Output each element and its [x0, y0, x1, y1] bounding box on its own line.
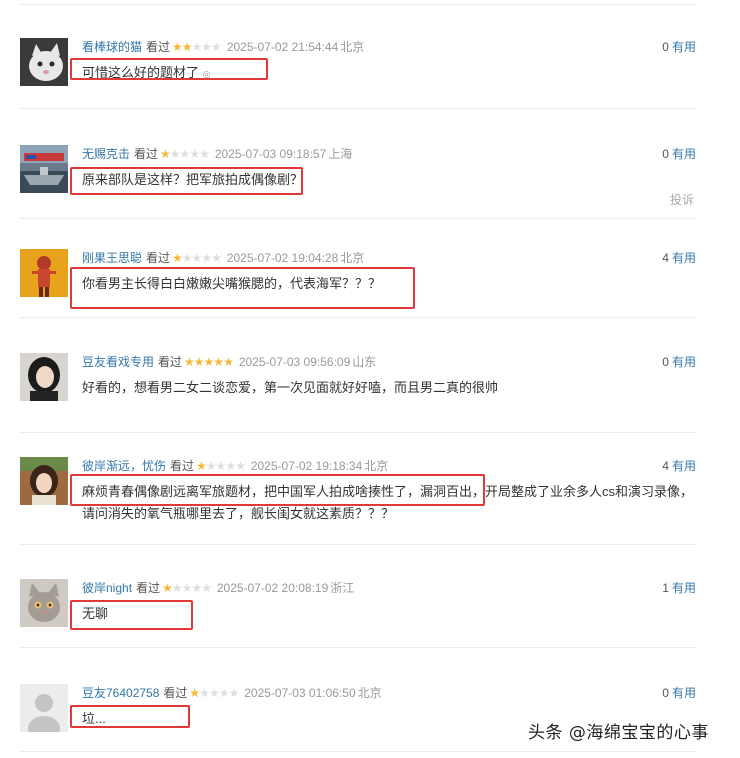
- useful-button[interactable]: 有用: [672, 147, 696, 161]
- highlight-box: [70, 705, 190, 728]
- watched-label: 看过: [158, 355, 183, 369]
- useful-vote[interactable]: 1 有用: [662, 579, 696, 597]
- useful-count: 4: [662, 251, 669, 265]
- highlight-box: [70, 474, 485, 506]
- location: 北京: [357, 686, 382, 700]
- location: 山东: [352, 355, 377, 369]
- divider: [20, 751, 696, 752]
- review-content: 好看的，想看男二女二谈恋爱，第一次见面就好好嗑，而且男二真的很帅: [82, 380, 499, 395]
- divider: [20, 4, 696, 5]
- useful-button[interactable]: 有用: [672, 459, 696, 473]
- timestamp: 2025-07-02 19:18:34: [250, 459, 363, 473]
- location: 北京: [340, 251, 365, 265]
- username-link[interactable]: 豆友看戏专用: [82, 355, 154, 369]
- username-link[interactable]: 刚果王思聪: [82, 251, 142, 265]
- username-link[interactable]: 彼岸渐远，忧伤: [82, 459, 166, 473]
- review-meta: 豆友看戏专用 看过 ★★★★★ 2025-07-03 09:56:09 山东: [82, 353, 376, 371]
- useful-vote[interactable]: 0 有用: [662, 38, 696, 56]
- username-link[interactable]: 无赐克击: [82, 147, 130, 161]
- timestamp: 2025-07-03 01:06:50: [244, 686, 356, 700]
- highlight-box: [70, 600, 193, 630]
- review-meta: 无赐克击 看过 ★★★★★ 2025-07-03 09:18:57 上海: [82, 145, 352, 163]
- location: 北京: [340, 40, 365, 54]
- watched-label: 看过: [146, 251, 171, 265]
- timestamp: 2025-07-02 21:54:44: [226, 40, 339, 54]
- useful-vote[interactable]: 0 有用: [662, 684, 696, 702]
- watched-label: 看过: [134, 147, 159, 161]
- watched-label: 看过: [170, 459, 195, 473]
- star-rating: ★★★★★: [172, 251, 222, 265]
- star-rating: ★★★★★: [184, 355, 234, 369]
- review-meta: 豆友76402758 看过 ★★★★★ 2025-07-03 01:06:50 北京: [82, 684, 382, 702]
- location: 上海: [328, 147, 353, 161]
- useful-button[interactable]: 有用: [672, 355, 696, 369]
- divider: [20, 432, 696, 433]
- highlight-box: [70, 167, 303, 195]
- highlight-box: [70, 267, 415, 309]
- useful-button[interactable]: 有用: [672, 40, 696, 54]
- girl-avatar-icon[interactable]: [20, 457, 68, 505]
- divider: [20, 647, 696, 648]
- useful-count: 4: [662, 459, 669, 473]
- star-rating: ★★★★★: [162, 581, 212, 595]
- username-link[interactable]: 看棒球的猫: [82, 40, 142, 54]
- default-person-avatar-icon[interactable]: [20, 684, 68, 732]
- useful-button[interactable]: 有用: [672, 581, 696, 595]
- location: 浙江: [330, 581, 355, 595]
- useful-button[interactable]: 有用: [672, 686, 696, 700]
- review-meta: 刚果王思聪 看过 ★★★★★ 2025-07-02 19:04:28 北京: [82, 249, 364, 267]
- cat-photo-avatar-icon[interactable]: [20, 579, 68, 627]
- username-link[interactable]: 豆友76402758: [82, 686, 159, 700]
- review-meta: 看棒球的猫 看过 ★★★★★ 2025-07-02 21:54:44 北京: [82, 38, 364, 56]
- useful-vote[interactable]: 4 有用: [662, 249, 696, 267]
- username-link[interactable]: 彼岸night: [82, 581, 132, 595]
- divider: [20, 544, 696, 545]
- star-rating: ★★★★★: [196, 459, 246, 473]
- useful-vote[interactable]: 0 有用: [662, 353, 696, 371]
- review-meta: 彼岸渐远，忧伤 看过 ★★★★★ 2025-07-02 19:18:34 北京: [82, 457, 388, 475]
- watched-label: 看过: [163, 686, 188, 700]
- watched-label: 看过: [136, 581, 161, 595]
- woman-avatar-icon[interactable]: [20, 353, 68, 401]
- useful-vote[interactable]: 0 有用: [662, 145, 696, 163]
- star-rating: ★★★★★: [172, 40, 222, 54]
- comment-list: 看棒球的猫 看过 ★★★★★ 2025-07-02 21:54:44 北京 0 有用 可惜…: [0, 0, 740, 758]
- highlight-box: [70, 58, 268, 80]
- timestamp: 2025-07-03 09:56:09: [238, 355, 351, 369]
- useful-button[interactable]: 有用: [672, 251, 696, 265]
- useful-count: 0: [662, 147, 669, 161]
- timestamp: 2025-07-03 09:18:57: [214, 147, 327, 161]
- divider: [20, 218, 696, 219]
- figure-avatar-icon[interactable]: [20, 249, 68, 297]
- star-rating: ★★★★★: [160, 147, 210, 161]
- ship-avatar-icon[interactable]: [20, 145, 68, 193]
- watched-label: 看过: [146, 40, 171, 54]
- useful-vote[interactable]: 4 有用: [662, 457, 696, 475]
- useful-count: 0: [662, 686, 669, 700]
- timestamp: 2025-07-02 19:04:28: [226, 251, 339, 265]
- watermark: 头条 @海绵宝宝的心事: [528, 723, 709, 743]
- location: 北京: [364, 459, 389, 473]
- divider: [20, 108, 696, 109]
- useful-count: 1: [662, 581, 669, 595]
- report-link[interactable]: 投诉: [670, 191, 694, 208]
- review-meta: 彼岸night 看过 ★★★★★ 2025-07-02 20:08:19 浙江: [82, 579, 354, 597]
- divider: [20, 317, 696, 318]
- useful-count: 0: [662, 40, 669, 54]
- useful-count: 0: [662, 355, 669, 369]
- timestamp: 2025-07-02 20:08:19: [216, 581, 329, 595]
- star-rating: ★★★★★: [189, 686, 239, 700]
- cat-avatar-icon[interactable]: [20, 38, 68, 86]
